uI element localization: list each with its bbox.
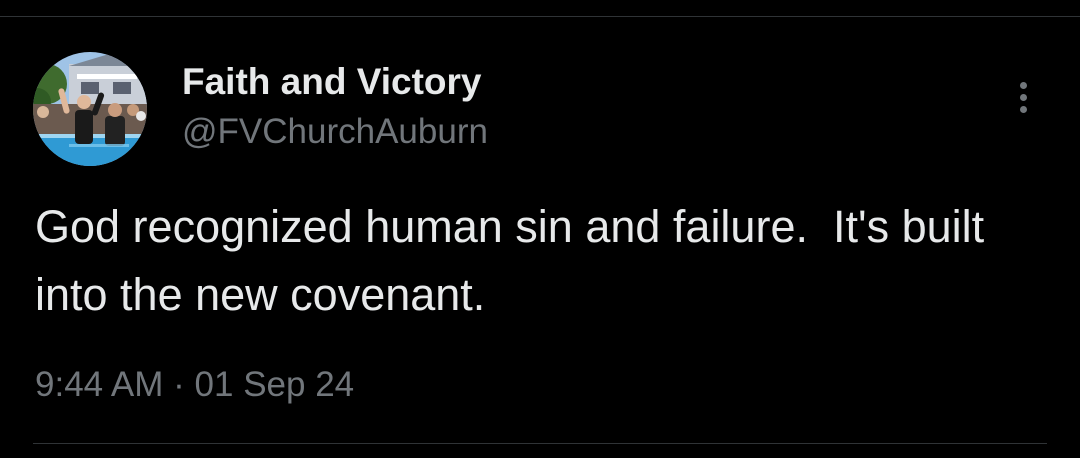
tweet-time: 9:44 AM: [35, 365, 164, 404]
user-handle[interactable]: @FVChurchAuburn: [182, 110, 488, 154]
avatar[interactable]: [33, 52, 147, 166]
tweet-date: 01 Sep 24: [194, 365, 355, 404]
more-vertical-icon: [1019, 93, 1027, 101]
bottom-divider: [33, 443, 1047, 444]
tweet-timestamp[interactable]: 9:44 AM · 01 Sep 24: [35, 362, 354, 408]
more-vertical-icon: [1019, 81, 1027, 89]
avatar-photo: [33, 52, 147, 166]
more-options-button[interactable]: [1006, 76, 1040, 118]
more-vertical-icon: [1019, 105, 1027, 113]
display-name[interactable]: Faith and Victory: [182, 60, 482, 104]
tweet-card[interactable]: Faith and Victory @FVChurchAuburn God re…: [0, 0, 1080, 458]
tweet-text: God recognized human sin and failure. It…: [35, 201, 997, 320]
timestamp-separator: ·: [173, 365, 185, 404]
